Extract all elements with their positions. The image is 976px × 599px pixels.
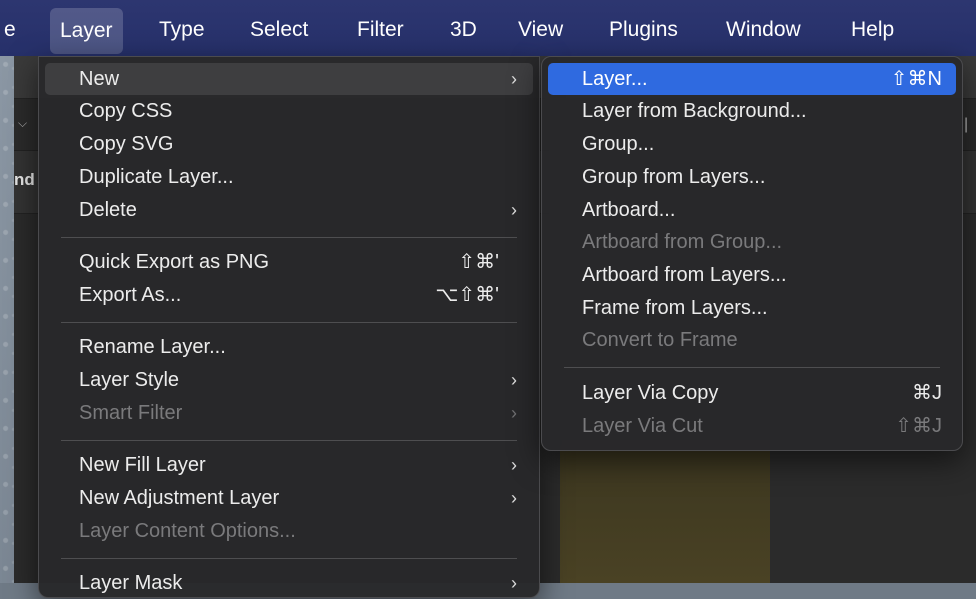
menu-3d[interactable]: 3D <box>440 0 487 56</box>
menu-item-label: Layer Mask <box>79 572 183 594</box>
layer-menu: New › Copy CSS Copy SVG Duplicate Layer.… <box>38 56 540 598</box>
menu-item-layer-style[interactable]: Layer Style › <box>45 364 533 396</box>
menu-item-layer-mask[interactable]: Layer Mask › <box>45 567 533 599</box>
menu-plugins[interactable]: Plugins <box>599 0 688 56</box>
menu-file[interactable]: e <box>0 0 26 56</box>
menu-type[interactable]: Type <box>149 0 215 56</box>
menu-item-new[interactable]: New › <box>45 63 533 95</box>
menu-item-new-adjustment-layer[interactable]: New Adjustment Layer › <box>45 482 533 514</box>
menu-item-label: Layer from Background... <box>582 100 807 122</box>
menu-item-label: Layer Style <box>79 369 180 391</box>
shortcut-label: ⇧⌘J <box>895 415 942 437</box>
document-canvas <box>560 440 770 583</box>
menu-item-label: New Adjustment Layer <box>79 487 280 509</box>
chevron-right-icon: › <box>511 370 517 390</box>
submenu-item-convert-to-frame: Convert to Frame <box>548 324 956 356</box>
menu-item-label: Group from Layers... <box>582 166 766 188</box>
divider-icon: | <box>964 116 969 133</box>
chevron-down-icon[interactable]: ⌵ <box>18 116 27 131</box>
submenu-item-layer[interactable]: Layer... ⇧⌘N <box>548 63 956 95</box>
menu-separator <box>564 367 940 368</box>
menu-item-delete[interactable]: Delete › <box>45 194 533 226</box>
menu-select[interactable]: Select <box>240 0 318 56</box>
submenu-item-group[interactable]: Group... <box>548 128 956 160</box>
menu-item-label: Smart Filter <box>79 402 183 424</box>
shortcut-label: ⌥⇧⌘' <box>435 284 499 306</box>
menu-separator <box>61 322 517 323</box>
submenu-item-layer-from-background[interactable]: Layer from Background... <box>548 95 956 127</box>
menu-separator <box>61 440 517 441</box>
shortcut-label: ⌘J <box>912 382 942 404</box>
menu-item-label: Group... <box>582 133 655 155</box>
menu-item-label: Delete <box>79 199 137 221</box>
menu-item-label: Convert to Frame <box>582 329 738 351</box>
shortcut-label: ⇧⌘N <box>890 68 942 90</box>
chevron-right-icon: › <box>511 403 517 423</box>
submenu-item-frame-from-layers[interactable]: Frame from Layers... <box>548 292 956 324</box>
menu-item-label: Layer Via Copy <box>582 382 719 404</box>
submenu-item-layer-via-copy[interactable]: Layer Via Copy ⌘J <box>548 377 956 409</box>
menu-item-rename-layer[interactable]: Rename Layer... <box>45 331 533 363</box>
menu-help[interactable]: Help <box>841 0 904 56</box>
menu-item-quick-export[interactable]: Quick Export as PNG ⇧⌘' <box>45 246 533 278</box>
menu-item-label: Layer Via Cut <box>582 415 703 437</box>
submenu-item-artboard-from-group: Artboard from Group... <box>548 226 956 258</box>
shortcut-label: ⇧⌘' <box>458 251 499 273</box>
menu-view[interactable]: View <box>508 0 573 56</box>
menu-item-label: Layer... <box>582 68 648 90</box>
chevron-right-icon: › <box>511 573 517 593</box>
menu-separator <box>61 237 517 238</box>
menu-item-label: New Fill Layer <box>79 454 206 476</box>
menu-item-label: Copy SVG <box>79 133 174 155</box>
menu-item-layer-content-options: Layer Content Options... <box>45 515 533 547</box>
menu-separator <box>61 558 517 559</box>
chevron-right-icon: › <box>511 200 517 220</box>
submenu-item-group-from-layers[interactable]: Group from Layers... <box>548 161 956 193</box>
chevron-right-icon: › <box>511 488 517 508</box>
menu-filter[interactable]: Filter <box>347 0 414 56</box>
menu-item-duplicate-layer[interactable]: Duplicate Layer... <box>45 161 533 193</box>
menu-item-label: Layer Content Options... <box>79 520 296 542</box>
menu-item-label: New <box>79 68 120 90</box>
menu-item-new-fill-layer[interactable]: New Fill Layer › <box>45 449 533 481</box>
menu-item-label: Duplicate Layer... <box>79 166 234 188</box>
menu-item-label: Artboard from Layers... <box>582 264 787 286</box>
menu-bar: e Layer Type Select Filter 3D View Plugi… <box>0 0 976 56</box>
menu-item-label: Export As... <box>79 284 182 306</box>
chevron-right-icon: › <box>511 455 517 475</box>
menu-item-smart-filter: Smart Filter › <box>45 397 533 429</box>
chevron-right-icon: › <box>511 69 517 89</box>
submenu-item-artboard[interactable]: Artboard... <box>548 194 956 226</box>
menu-item-label: Frame from Layers... <box>582 297 768 319</box>
new-submenu: Layer... ⇧⌘N Layer from Background... Gr… <box>541 56 963 451</box>
menu-item-label: Artboard... <box>582 199 676 221</box>
menu-item-label: Quick Export as PNG <box>79 251 270 273</box>
menu-window[interactable]: Window <box>716 0 811 56</box>
submenu-item-artboard-from-layers[interactable]: Artboard from Layers... <box>548 259 956 291</box>
panel-label: nd <box>14 170 35 189</box>
submenu-item-layer-via-cut: Layer Via Cut ⇧⌘J <box>548 410 956 442</box>
menu-item-label: Rename Layer... <box>79 336 226 358</box>
menu-layer[interactable]: Layer <box>50 8 123 54</box>
menu-item-copy-svg[interactable]: Copy SVG <box>45 128 533 160</box>
menu-item-label: Copy CSS <box>79 100 173 122</box>
menu-item-label: Artboard from Group... <box>582 231 783 253</box>
menu-item-export-as[interactable]: Export As... ⌥⇧⌘' <box>45 279 533 311</box>
menu-item-copy-css[interactable]: Copy CSS <box>45 95 533 127</box>
